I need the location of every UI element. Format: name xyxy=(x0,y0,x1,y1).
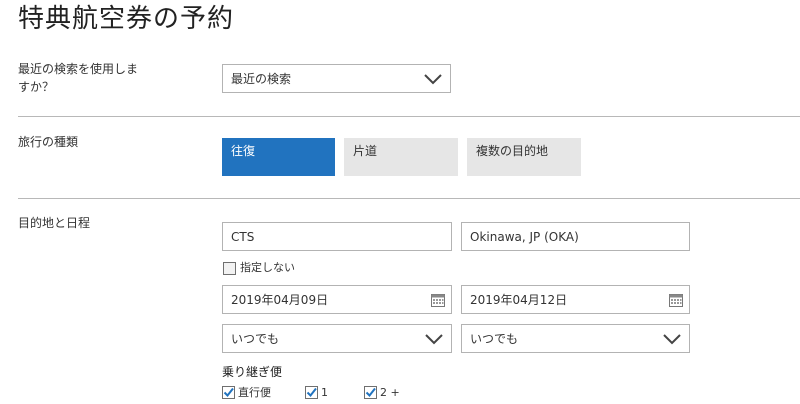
trip-type-multicity-button[interactable]: 複数の目的地 xyxy=(467,138,581,176)
trip-type-oneway-button[interactable]: 片道 xyxy=(344,138,458,176)
calendar-icon[interactable] xyxy=(431,293,445,307)
origin-input-value: CTS xyxy=(231,229,255,244)
recent-search-select[interactable]: 最近の検索 xyxy=(222,64,451,93)
destination-input[interactable]: Okinawa, JP (OKA) xyxy=(461,222,690,251)
depart-time-value: いつでも xyxy=(231,332,280,346)
connections-label: 乗り継ぎ便 xyxy=(222,365,283,379)
checkmark-icon xyxy=(306,387,317,398)
two-plus-stops-label: 2 + xyxy=(380,386,400,399)
one-stop-checkbox[interactable] xyxy=(305,386,318,399)
chevron-down-icon xyxy=(425,333,443,344)
nonstop-checkbox[interactable] xyxy=(222,386,235,399)
recent-search-label-line2: すか？ xyxy=(18,80,55,94)
section-divider xyxy=(18,198,800,199)
chevron-down-icon xyxy=(424,73,442,84)
flexible-checkbox[interactable] xyxy=(223,262,236,275)
return-time-select[interactable]: いつでも xyxy=(461,324,690,353)
itinerary-label: 目的地と日程 xyxy=(18,216,91,230)
destination-input-value: Okinawa, JP (OKA) xyxy=(470,229,579,244)
return-time-value: いつでも xyxy=(470,332,519,346)
depart-date-value: 2019年04月09日 xyxy=(231,293,329,307)
chevron-down-icon xyxy=(663,333,681,344)
calendar-icon[interactable] xyxy=(669,293,683,307)
depart-time-select[interactable]: いつでも xyxy=(222,324,452,353)
recent-search-label-line1: 最近の検索を使用しま xyxy=(18,62,139,76)
two-plus-stops-checkbox[interactable] xyxy=(364,386,377,399)
return-date-input[interactable]: 2019年04月12日 xyxy=(461,285,690,314)
checkmark-icon xyxy=(223,387,234,398)
flexible-checkbox-label: 指定しない xyxy=(240,261,295,274)
checkmark-icon xyxy=(365,387,376,398)
trip-type-roundtrip-button[interactable]: 往復 xyxy=(222,138,335,176)
one-stop-label: 1 xyxy=(321,386,328,399)
section-divider xyxy=(18,116,800,117)
recent-search-label: 最近の検索を使用しま すか？ xyxy=(18,60,178,96)
return-date-value: 2019年04月12日 xyxy=(470,293,568,307)
trip-type-label: 旅行の種類 xyxy=(18,135,79,149)
depart-date-input[interactable]: 2019年04月09日 xyxy=(222,285,452,314)
recent-search-select-value: 最近の検索 xyxy=(231,72,292,86)
origin-input[interactable]: CTS xyxy=(222,222,452,251)
nonstop-label: 直行便 xyxy=(238,386,271,399)
page-title: 特典航空券の予約 xyxy=(18,4,235,34)
